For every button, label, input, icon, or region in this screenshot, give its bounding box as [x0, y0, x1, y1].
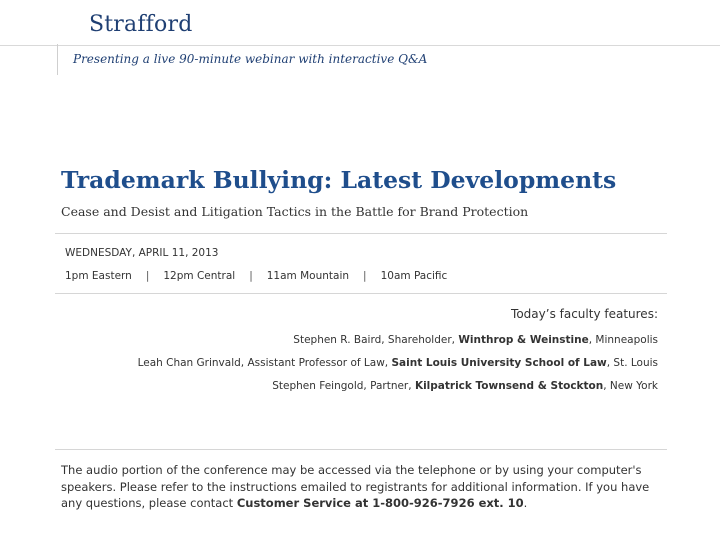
- strafford-logo: Strafford: [89, 12, 193, 37]
- tagline: Presenting a live 90-minute webinar with…: [73, 52, 428, 66]
- divider-after-title: [55, 233, 667, 234]
- faculty-member: Stephen R. Baird, Shareholder, Winthrop …: [138, 334, 658, 357]
- faculty-heading: Today’s faculty features:: [511, 307, 658, 321]
- time-mountain: 11am Mountain: [266, 270, 350, 282]
- faculty-org: Winthrop & Weinstine: [458, 334, 589, 346]
- faculty-member: Stephen Feingold, Partner, Kilpatrick To…: [138, 380, 658, 403]
- faculty-name-role: Stephen R. Baird, Shareholder,: [293, 334, 459, 346]
- time-separator: |: [249, 270, 253, 282]
- event-times: 1pm Eastern | 12pm Central | 11am Mounta…: [65, 270, 447, 282]
- event-date: WEDNESDAY, APRIL 11, 2013: [65, 247, 219, 259]
- header-divider: [0, 45, 720, 46]
- time-central: 12pm Central: [163, 270, 236, 282]
- divider-after-times: [55, 293, 667, 294]
- footer-end: .: [523, 496, 528, 510]
- faculty-org: Kilpatrick Townsend & Stockton: [414, 380, 604, 392]
- faculty-member: Leah Chan Grinvald, Assistant Professor …: [138, 357, 658, 380]
- faculty-org: Saint Louis University School of Law: [391, 357, 607, 369]
- time-separator: |: [363, 270, 367, 282]
- webinar-title: Trademark Bullying: Latest Developments: [61, 166, 617, 194]
- time-eastern: 1pm Eastern: [65, 270, 132, 282]
- faculty-list: Stephen R. Baird, Shareholder, Winthrop …: [138, 334, 658, 403]
- time-separator: |: [145, 270, 150, 282]
- divider-before-footer: [55, 449, 667, 450]
- faculty-location: , New York: [603, 380, 658, 392]
- time-pacific: 10am Pacific: [380, 270, 448, 282]
- audio-instructions: The audio portion of the conference may …: [61, 462, 661, 512]
- header-left-rule: [57, 44, 58, 75]
- webinar-subtitle: Cease and Desist and Litigation Tactics …: [61, 204, 529, 219]
- faculty-name-role: Stephen Feingold, Partner,: [272, 380, 415, 392]
- faculty-location: , St. Louis: [606, 357, 658, 369]
- customer-service-contact: Customer Service at 1-800-926-7926 ext. …: [236, 496, 524, 510]
- faculty-name-role: Leah Chan Grinvald, Assistant Professor …: [137, 357, 392, 369]
- faculty-location: , Minneapolis: [588, 334, 658, 346]
